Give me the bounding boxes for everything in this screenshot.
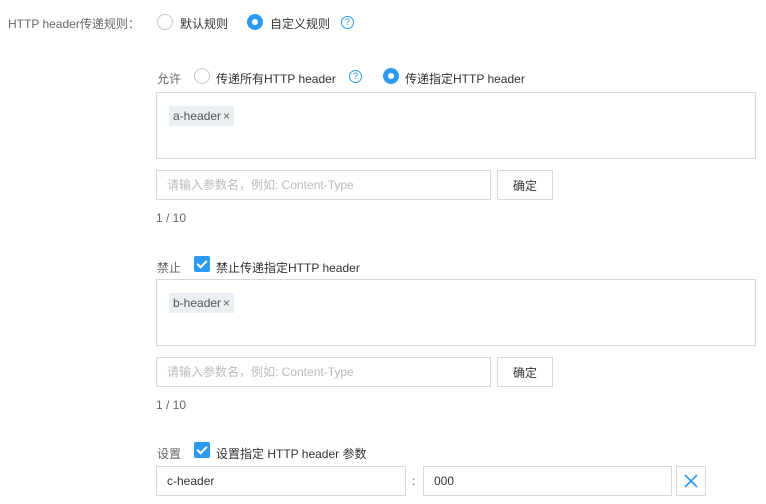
deny-tag: b-header × bbox=[169, 293, 235, 313]
checkbox-checked-icon bbox=[194, 256, 210, 272]
allow-label: 允许 bbox=[157, 72, 182, 86]
radio-unchecked-icon bbox=[157, 14, 173, 30]
set-label: 设置 bbox=[157, 447, 182, 461]
close-icon bbox=[684, 474, 698, 488]
deny-param-input[interactable] bbox=[156, 357, 491, 387]
default-rule-radio[interactable] bbox=[157, 14, 173, 30]
close-icon[interactable]: × bbox=[223, 109, 230, 123]
deny-tag-box[interactable]: b-header × bbox=[156, 279, 756, 346]
radio-unchecked-icon bbox=[194, 68, 210, 84]
header-value-input[interactable] bbox=[423, 466, 672, 496]
pass-specified-radio[interactable] bbox=[383, 68, 399, 84]
deny-checkbox-label[interactable]: 禁止传递指定HTTP header bbox=[216, 259, 360, 276]
allow-confirm-button[interactable]: 确定 bbox=[497, 170, 553, 200]
set-checkbox[interactable] bbox=[194, 442, 210, 461]
allow-param-input[interactable] bbox=[156, 170, 491, 200]
deny-count: 1 / 10 bbox=[156, 398, 187, 412]
tag-label: a-header bbox=[173, 109, 222, 123]
key-value-separator: : bbox=[412, 474, 416, 488]
custom-rule-label[interactable]: 自定义规则 bbox=[270, 15, 330, 32]
pass-all-radio[interactable] bbox=[194, 68, 210, 84]
radio-checked-icon bbox=[383, 68, 399, 84]
set-checkbox-label[interactable]: 设置指定 HTTP header 参数 bbox=[216, 445, 366, 462]
pass-specified-label[interactable]: 传递指定HTTP header bbox=[405, 70, 525, 87]
remove-row-button[interactable] bbox=[676, 466, 706, 496]
header-name-input[interactable] bbox=[156, 466, 406, 496]
default-rule-label[interactable]: 默认规则 bbox=[180, 15, 228, 32]
close-icon[interactable]: × bbox=[223, 296, 230, 310]
help-icon[interactable]: ? bbox=[341, 16, 354, 29]
checkbox-checked-icon bbox=[194, 442, 210, 458]
pass-all-label[interactable]: 传递所有HTTP header bbox=[216, 70, 336, 87]
deny-confirm-button[interactable]: 确定 bbox=[497, 357, 553, 387]
radio-checked-icon bbox=[247, 14, 263, 30]
help-icon[interactable]: ? bbox=[349, 70, 362, 83]
allow-tag: a-header × bbox=[169, 106, 235, 126]
deny-checkbox[interactable] bbox=[194, 256, 210, 275]
tag-label: b-header bbox=[173, 296, 222, 310]
custom-rule-radio[interactable] bbox=[247, 14, 263, 30]
deny-label: 禁止 bbox=[157, 261, 182, 275]
allow-tag-box[interactable]: a-header × bbox=[156, 92, 756, 159]
rule-label: HTTP header传递规则： bbox=[8, 17, 140, 31]
allow-count: 1 / 10 bbox=[156, 211, 187, 225]
